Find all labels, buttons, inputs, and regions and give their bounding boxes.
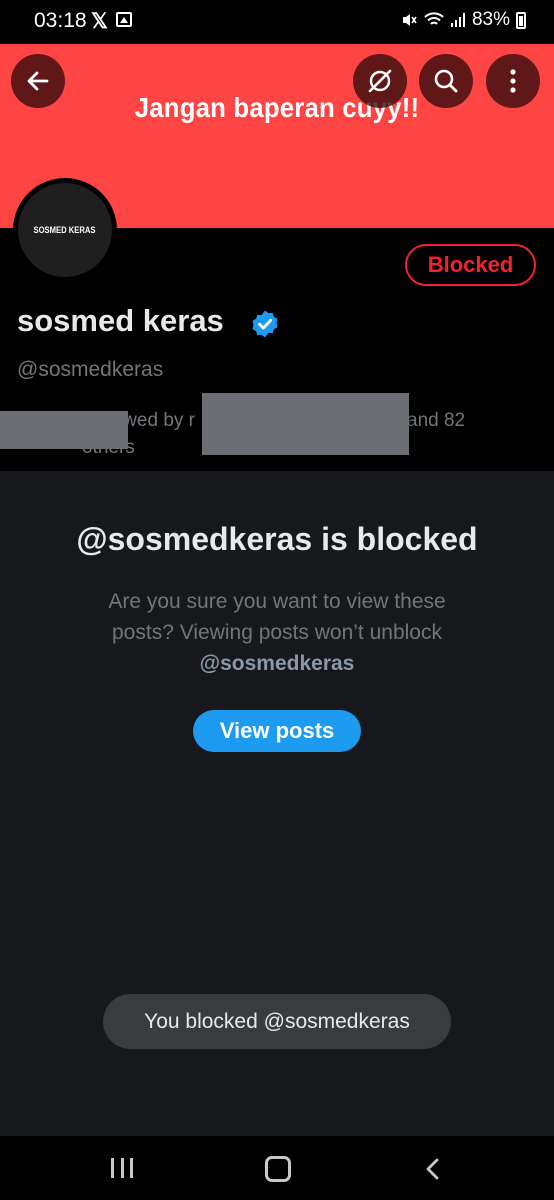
status-indicators: 83% <box>400 9 526 31</box>
more-options-button[interactable] <box>486 54 540 108</box>
avatar[interactable]: SOSMED KERAS <box>13 178 117 282</box>
grok-button[interactable] <box>353 54 407 108</box>
view-posts-button[interactable]: View posts <box>193 710 361 752</box>
blocked-title: @sosmedkeras is blocked <box>76 521 478 557</box>
grok-icon <box>368 69 392 93</box>
recent-apps-button[interactable] <box>111 1158 133 1178</box>
battery-icon <box>516 11 526 29</box>
gallery-icon <box>116 12 132 27</box>
mute-icon <box>402 14 417 26</box>
search-icon <box>434 69 458 93</box>
wifi-icon <box>424 12 444 25</box>
toast-message: You blocked @sosmedkeras <box>103 994 451 1049</box>
followed-by-suffix: and 82 <box>407 410 466 431</box>
blocked-button[interactable]: Blocked <box>405 244 536 286</box>
signal-icon <box>450 13 465 27</box>
verified-badge-icon[interactable] <box>250 309 280 339</box>
blocked-description-text: Are you sure you want to view these post… <box>108 590 446 644</box>
redaction-box <box>202 393 409 455</box>
more-vertical-icon <box>510 69 516 93</box>
blocked-description: Are you sure you want to view these post… <box>77 586 477 679</box>
blocked-description-handle: @sosmedkeras <box>199 652 355 675</box>
redaction-box <box>0 411 128 449</box>
x-app-icon: 𝕏 <box>91 10 108 33</box>
back-arrow-icon <box>27 71 49 91</box>
battery-percent: 83% <box>471 9 510 30</box>
nav-back-icon[interactable] <box>423 1157 443 1181</box>
back-button[interactable] <box>11 54 65 108</box>
status-time: 03:18 <box>34 9 87 32</box>
home-button[interactable] <box>265 1156 291 1182</box>
profile-handle: @sosmedkeras <box>17 358 164 381</box>
search-button[interactable] <box>419 54 473 108</box>
display-name: sosmed keras <box>17 303 224 338</box>
avatar-text: SOSMED KERAS <box>33 225 97 235</box>
avatar-image: SOSMED KERAS <box>18 183 112 277</box>
